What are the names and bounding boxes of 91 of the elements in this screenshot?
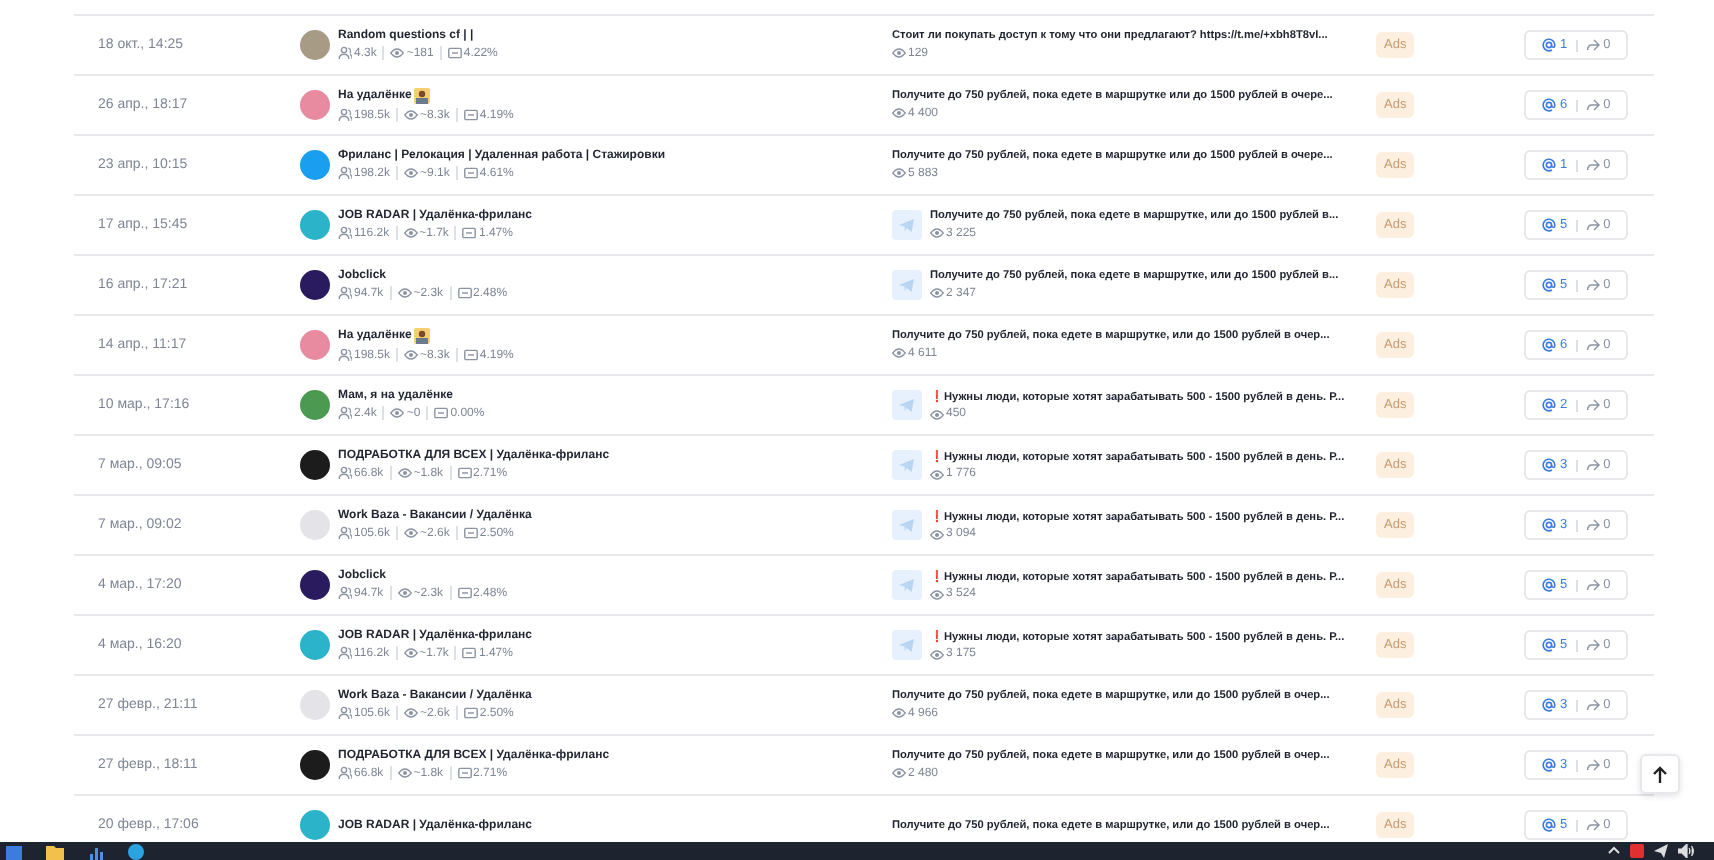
eye-icon [404, 108, 419, 122]
eye-icon [403, 226, 418, 240]
at-sign-icon [1542, 818, 1556, 832]
share-arrow-icon [1585, 338, 1600, 352]
at-sign-icon [1542, 698, 1556, 712]
channel-avatar[interactable] [300, 450, 330, 480]
eye-icon [892, 766, 906, 780]
people-icon [338, 706, 352, 720]
share-arrow-icon [1585, 458, 1600, 472]
share-arrow-icon [1585, 38, 1600, 52]
eye-icon [930, 587, 944, 601]
share-arrow-icon [1585, 638, 1600, 652]
app-icon[interactable] [6, 843, 22, 859]
at-sign-icon [1542, 98, 1556, 112]
at-sign-icon [1542, 338, 1556, 352]
eye-icon [397, 766, 412, 780]
share-arrow-icon [1585, 518, 1600, 532]
eye-icon [930, 647, 944, 661]
eye-icon [892, 706, 906, 720]
share-arrow-icon [1585, 398, 1600, 412]
people-icon [338, 226, 352, 240]
share-arrow-icon [1585, 278, 1600, 292]
eye-icon [404, 348, 419, 362]
people-icon [338, 766, 352, 780]
ratio-icon [463, 526, 478, 540]
eye-icon [404, 706, 419, 720]
ratio-icon [463, 706, 478, 720]
ratio-icon [457, 766, 472, 780]
at-sign-icon [1542, 38, 1556, 52]
people-icon [338, 526, 352, 540]
speaker-icon[interactable] [1678, 844, 1694, 858]
eye-icon [404, 526, 419, 540]
share-arrow-icon [1585, 698, 1600, 712]
eye-icon [930, 527, 944, 541]
ratio-icon [457, 586, 472, 600]
at-sign-icon [1542, 158, 1556, 172]
eye-icon [930, 286, 944, 300]
people-icon [338, 466, 352, 480]
chart-icon[interactable] [88, 843, 104, 859]
people-icon [338, 646, 352, 660]
people-icon [338, 166, 352, 180]
share-arrow-icon [1585, 98, 1600, 112]
at-sign-icon [1542, 398, 1556, 412]
eye-icon [397, 466, 412, 480]
at-sign-icon [1542, 638, 1556, 652]
people-icon [338, 46, 352, 60]
ratio-icon [463, 348, 478, 362]
ratio-icon [447, 46, 462, 60]
at-sign-icon [1542, 758, 1556, 772]
channel-avatar[interactable] [300, 570, 330, 600]
eye-icon [390, 406, 405, 420]
ratio-icon [457, 286, 472, 300]
chevron-up-icon[interactable] [1608, 844, 1620, 856]
share-arrow-icon [1585, 218, 1600, 232]
eye-icon [930, 467, 944, 481]
eye-icon [892, 166, 906, 180]
ratio-icon [463, 108, 478, 122]
ratio-icon [462, 226, 477, 240]
scroll-to-top-button[interactable] [1640, 754, 1680, 794]
ratio-icon [462, 646, 477, 660]
share-arrow-icon [1585, 578, 1600, 592]
eye-icon [397, 286, 412, 300]
people-icon [338, 586, 352, 600]
ratio-icon [463, 166, 478, 180]
share-arrow-icon [1585, 158, 1600, 172]
share-arrow-icon [1585, 758, 1600, 772]
eye-icon [403, 646, 418, 660]
people-icon [338, 348, 352, 362]
at-sign-icon [1542, 578, 1556, 592]
eye-icon [892, 346, 906, 360]
arrow-up-icon [1652, 765, 1668, 783]
folder-icon[interactable] [46, 843, 64, 859]
at-sign-icon [1542, 518, 1556, 532]
eye-icon [930, 226, 944, 240]
at-sign-icon [1542, 218, 1556, 232]
ratio-icon [457, 466, 472, 480]
ratio-icon [434, 406, 449, 420]
at-sign-icon [1542, 278, 1556, 292]
channel-avatar[interactable] [300, 750, 330, 780]
people-icon [338, 406, 352, 420]
share-arrow-icon [1585, 818, 1600, 832]
people-icon [338, 286, 352, 300]
eye-icon [404, 166, 419, 180]
eye-icon [930, 407, 944, 421]
eye-icon [892, 46, 906, 60]
eye-icon [892, 106, 906, 120]
at-sign-icon [1542, 458, 1556, 472]
eye-icon [397, 586, 412, 600]
channel-avatar[interactable] [300, 270, 330, 300]
eye-icon [390, 46, 405, 60]
people-icon [338, 108, 352, 122]
